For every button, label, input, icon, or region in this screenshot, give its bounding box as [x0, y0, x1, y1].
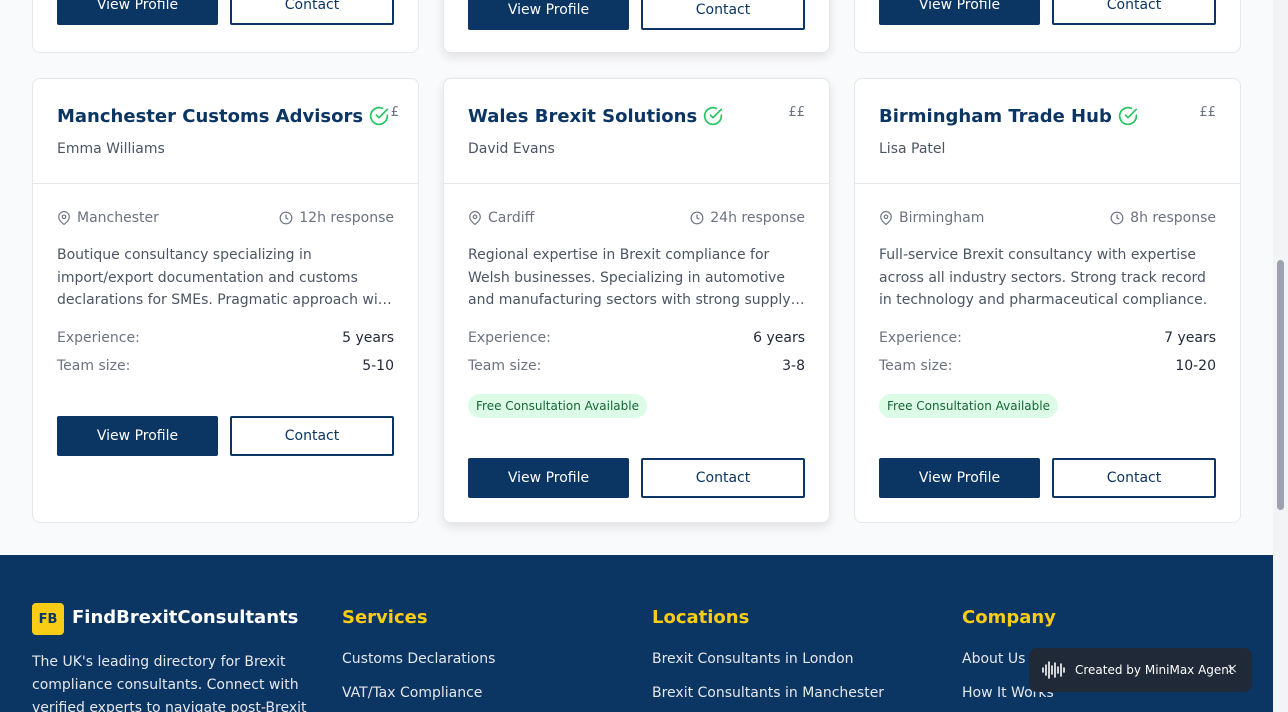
location-text: Cardiff [488, 210, 535, 226]
consultant-card-top-1: View Profile Contact [32, 0, 419, 53]
contact-person: David Evans [468, 141, 555, 157]
minimax-agent-badge[interactable]: Created by MiniMax Agent × [1029, 648, 1252, 692]
consultant-name-text: Wales Brexit Solutions [468, 106, 698, 127]
team-size-label: Team size: [57, 358, 131, 374]
consultant-card: Birmingham Trade Hub ££ Lisa Patel Birmi… [854, 78, 1241, 523]
consultant-card: Wales Brexit Solutions ££ David Evans Ca… [443, 78, 830, 523]
footer-link-vat-tax-compliance[interactable]: VAT/Tax Compliance [342, 685, 482, 701]
description: Full-service Brexit consultancy with exp… [879, 247, 1208, 308]
clock-icon [1110, 211, 1124, 225]
clock-icon [690, 211, 704, 225]
price-level: ££ [1199, 105, 1216, 120]
response-time: 8h response [1110, 210, 1216, 226]
free-consultation-badge: Free Consultation Available [879, 394, 1058, 418]
consultant-name[interactable]: Manchester Customs Advisors [57, 106, 389, 127]
experience-value: 6 years [753, 330, 805, 346]
team-size-row: Team size: 10-20 [879, 358, 1216, 374]
price-level: ££ [788, 105, 805, 120]
footer-link-london[interactable]: Brexit Consultants in London [652, 651, 854, 667]
experience-label: Experience: [57, 330, 140, 346]
experience-row: Experience: 5 years [57, 330, 394, 346]
team-size-value: 10-20 [1175, 358, 1216, 374]
map-pin-icon [58, 211, 70, 225]
location-text: Birmingham [899, 210, 985, 226]
experience-value: 7 years [1164, 330, 1216, 346]
experience-value: 5 years [342, 330, 394, 346]
card-header: Manchester Customs Advisors £ Emma Willi… [33, 79, 418, 184]
response-time: 12h response [279, 210, 394, 226]
consultant-name-text: Manchester Customs Advisors [57, 106, 364, 127]
waveform-icon [1042, 661, 1065, 679]
card-header: Wales Brexit Solutions ££ David Evans [444, 79, 829, 184]
experience-row: Experience: 7 years [879, 330, 1216, 346]
consultant-card-top-3: View Profile Contact [854, 0, 1241, 53]
contact-person: Emma Williams [57, 141, 165, 157]
team-size-label: Team size: [879, 358, 953, 374]
location: Birmingham [879, 210, 984, 226]
contact-button[interactable]: Contact [641, 0, 805, 30]
team-size-value: 5-10 [362, 358, 394, 374]
experience-label: Experience: [468, 330, 551, 346]
response-text: 12h response [299, 210, 394, 226]
contact-button[interactable]: Contact [230, 0, 394, 25]
price-level: £ [390, 105, 399, 120]
team-size-row: Team size: 5-10 [57, 358, 394, 374]
experience-label: Experience: [879, 330, 962, 346]
team-size-label: Team size: [468, 358, 542, 374]
location: Cardiff [468, 210, 534, 226]
response-text: 8h response [1130, 210, 1216, 226]
consultant-name[interactable]: Wales Brexit Solutions [468, 106, 723, 127]
team-size-row: Team size: 3-8 [468, 358, 805, 374]
scrollbar-thumb[interactable] [1277, 260, 1284, 510]
contact-button[interactable]: Contact [1052, 0, 1216, 25]
clock-icon [279, 211, 293, 225]
consultant-card-top-2: View Profile Contact [443, 0, 830, 53]
map-pin-icon [880, 211, 892, 225]
view-profile-button[interactable]: View Profile [57, 0, 218, 25]
brand-name[interactable]: FindBrexitConsultants [72, 607, 298, 628]
scrollbar[interactable] [1273, 0, 1288, 712]
location-text: Manchester [77, 210, 159, 226]
free-consultation-badge: Free Consultation Available [468, 394, 647, 418]
view-profile-button[interactable]: View Profile [468, 458, 629, 498]
footer-locations-title: Locations [652, 607, 750, 628]
contact-button[interactable]: Contact [1052, 458, 1216, 498]
contact-button[interactable]: Contact [641, 458, 805, 498]
description: Regional expertise in Brexit compliance … [468, 247, 791, 308]
team-size-value: 3-8 [782, 358, 805, 374]
consultant-name-text: Birmingham Trade Hub [879, 106, 1112, 127]
view-profile-button[interactable]: View Profile [879, 0, 1040, 25]
view-profile-button[interactable]: View Profile [468, 0, 629, 30]
contact-button[interactable]: Contact [230, 416, 394, 456]
contact-person: Lisa Patel [879, 141, 946, 157]
consultant-name[interactable]: Birmingham Trade Hub [879, 106, 1138, 127]
response-time: 24h response [690, 210, 805, 226]
map-pin-icon [469, 211, 481, 225]
footer-link-customs-declarations[interactable]: Customs Declarations [342, 651, 495, 667]
footer-company-title: Company [962, 607, 1056, 628]
response-text: 24h response [710, 210, 805, 226]
logo-icon[interactable]: FB [32, 603, 64, 635]
verified-check-icon [1118, 106, 1137, 126]
consultant-card: Manchester Customs Advisors £ Emma Willi… [32, 78, 419, 523]
verified-check-icon [704, 106, 723, 126]
view-profile-button[interactable]: View Profile [57, 416, 218, 456]
card-header: Birmingham Trade Hub ££ Lisa Patel [855, 79, 1240, 184]
footer-description: The UK's leading directory for Brexit co… [32, 654, 307, 712]
description: Boutique consultancy specializing in imp… [57, 247, 393, 308]
close-icon[interactable]: × [1226, 661, 1238, 677]
footer-link-manchester[interactable]: Brexit Consultants in Manchester [652, 685, 884, 701]
footer-link-about-us[interactable]: About Us [962, 651, 1025, 667]
location: Manchester [57, 210, 159, 226]
footer-services-title: Services [342, 607, 428, 628]
experience-row: Experience: 6 years [468, 330, 805, 346]
view-profile-button[interactable]: View Profile [879, 458, 1040, 498]
verified-check-icon [369, 106, 389, 126]
minimax-label: Created by MiniMax Agent [1075, 663, 1234, 677]
